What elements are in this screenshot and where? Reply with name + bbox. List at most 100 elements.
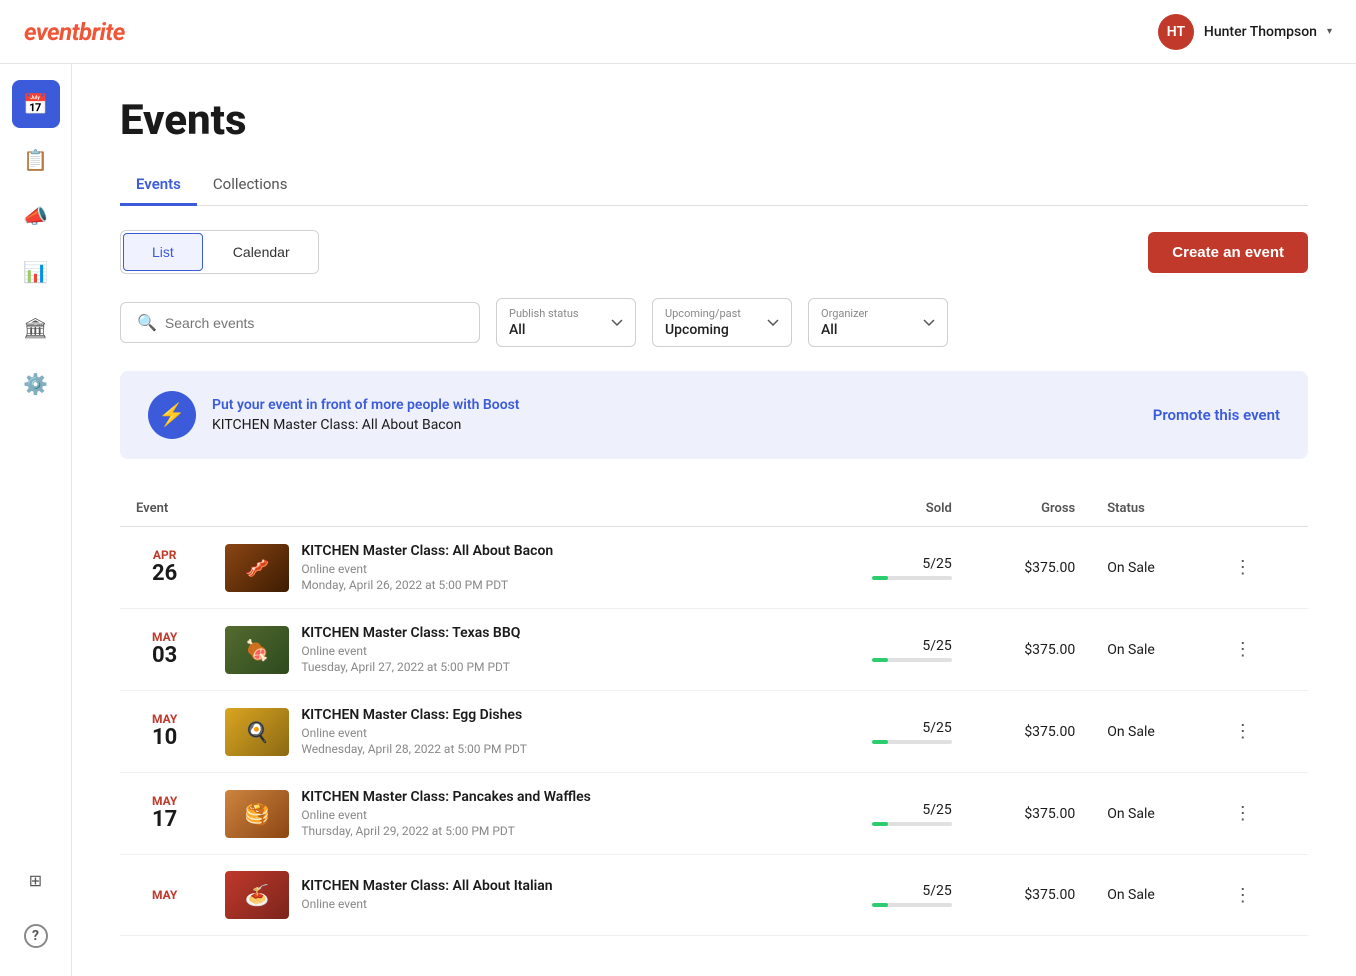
sidebar-item-marketing[interactable]: 📣 (12, 192, 60, 240)
thumb-icon: 🥓 (225, 544, 289, 592)
view-toggle: List Calendar (120, 230, 319, 274)
gross-cell: $375.00 (968, 609, 1091, 691)
tabs: Events Collections (120, 165, 1308, 206)
event-date: MAY (120, 855, 209, 936)
boost-event-name: KITCHEN Master Class: All About Bacon (212, 417, 520, 433)
event-date: MAY 17 (120, 773, 209, 855)
actions-cell: ⋮ (1210, 773, 1308, 855)
sold-cell: 5/25 (801, 609, 968, 691)
organizer-filter[interactable]: Organizer All All (808, 298, 948, 347)
status-header: Status (1091, 491, 1209, 527)
sold-bar-fill (872, 740, 888, 744)
event-type: Online event (301, 726, 785, 740)
thumb-icon: 🥞 (225, 790, 289, 838)
actions-cell: ⋮ (1210, 609, 1308, 691)
more-options-button[interactable]: ⋮ (1226, 635, 1260, 664)
tab-events[interactable]: Events (120, 165, 197, 206)
user-profile[interactable]: HT Hunter Thompson ▾ (1158, 14, 1332, 50)
sidebar-item-settings[interactable]: ⚙️ (12, 360, 60, 408)
sold-bar (872, 576, 952, 580)
sidebar-item-apps[interactable]: ⊞ (12, 856, 60, 904)
sidebar-item-help[interactable]: ? (12, 912, 60, 960)
event-thumbnail: 🍳 (225, 708, 289, 756)
apps-icon: ⊞ (29, 871, 42, 890)
event-thumbnail: 🥓 (225, 544, 289, 592)
event-name: KITCHEN Master Class: Texas BBQ (301, 625, 785, 641)
event-info-cell: 🍖 KITCHEN Master Class: Texas BBQ Online… (209, 609, 801, 691)
tab-collections[interactable]: Collections (197, 165, 304, 206)
megaphone-icon: 📣 (23, 204, 48, 228)
upcoming-past-filter[interactable]: Upcoming/past Upcoming Upcoming Past (652, 298, 792, 347)
sidebar-bottom: ⊞ ? (12, 856, 60, 960)
sidebar-item-calendar[interactable]: 📅 (12, 80, 60, 128)
sold-cell: 5/25 (801, 691, 968, 773)
list-view-button[interactable]: List (123, 233, 203, 271)
boost-left: ⚡ Put your event in front of more people… (148, 391, 520, 439)
event-info-cell: 🥞 KITCHEN Master Class: Pancakes and Waf… (209, 773, 801, 855)
header: eventbrite HT Hunter Thompson ▾ (0, 0, 1356, 64)
promote-event-link[interactable]: Promote this event (1153, 406, 1280, 424)
actions-cell: ⋮ (1210, 691, 1308, 773)
logo[interactable]: eventbrite (24, 18, 125, 46)
sold-count: 5/25 (817, 883, 952, 899)
sold-cell: 5/25 (801, 855, 968, 936)
sidebar-item-finance[interactable]: 🏛 (12, 304, 60, 352)
table-row: APR 26 🥓 KITCHEN Master Class: All About… (120, 527, 1308, 609)
event-datetime: Wednesday, April 28, 2022 at 5:00 PM PDT (301, 742, 785, 756)
calendar-view-button[interactable]: Calendar (205, 231, 318, 273)
events-list: APR 26 🥓 KITCHEN Master Class: All About… (120, 527, 1308, 936)
sold-header: Sold (801, 491, 968, 527)
boost-text: Put your event in front of more people w… (212, 397, 520, 433)
event-date: MAY 10 (120, 691, 209, 773)
table-header: Event Sold Gross Status (120, 491, 1308, 527)
event-info-cell: 🥓 KITCHEN Master Class: All About Bacon … (209, 527, 801, 609)
event-thumbnail: 🍖 (225, 626, 289, 674)
gross-cell: $375.00 (968, 773, 1091, 855)
avatar: HT (1158, 14, 1194, 50)
table-row: MAY 17 🥞 KITCHEN Master Class: Pancakes … (120, 773, 1308, 855)
event-name: KITCHEN Master Class: All About Bacon (301, 543, 785, 559)
search-icon: 🔍 (137, 313, 157, 332)
gross-cell: $375.00 (968, 527, 1091, 609)
sold-bar (872, 822, 952, 826)
publish-status-filter[interactable]: Publish status All All Published Draft (496, 298, 636, 347)
event-type: Online event (301, 562, 785, 576)
more-options-button[interactable]: ⋮ (1226, 881, 1260, 910)
event-type: Online event (301, 897, 785, 911)
search-box[interactable]: 🔍 (120, 302, 480, 343)
finance-icon: 🏛 (23, 316, 48, 340)
event-date: APR 26 (120, 527, 209, 609)
event-type: Online event (301, 644, 785, 658)
event-info-cell: 🍳 KITCHEN Master Class: Egg Dishes Onlin… (209, 691, 801, 773)
event-header: Event (120, 491, 801, 527)
search-input[interactable] (165, 315, 463, 331)
sidebar: 📅 📋 📣 📊 🏛 ⚙️ ⊞ ? (0, 64, 72, 976)
event-datetime: Tuesday, April 27, 2022 at 5:00 PM PDT (301, 660, 785, 674)
sidebar-item-orders[interactable]: 📋 (12, 136, 60, 184)
more-options-button[interactable]: ⋮ (1226, 553, 1260, 582)
actions-header (1210, 491, 1308, 527)
toolbar-row: List Calendar Create an event (120, 230, 1308, 274)
event-name: KITCHEN Master Class: Egg Dishes (301, 707, 785, 723)
status-cell: On Sale (1091, 691, 1209, 773)
boost-title: Put your event in front of more people w… (212, 397, 520, 413)
create-event-button[interactable]: Create an event (1148, 232, 1308, 273)
more-options-button[interactable]: ⋮ (1226, 799, 1260, 828)
event-datetime: Monday, April 26, 2022 at 5:00 PM PDT (301, 578, 785, 592)
table-row: MAY 🍝 KITCHEN Master Class: All About It… (120, 855, 1308, 936)
sidebar-item-analytics[interactable]: 📊 (12, 248, 60, 296)
status-cell: On Sale (1091, 527, 1209, 609)
sold-count: 5/25 (817, 802, 952, 818)
sold-bar-fill (872, 576, 888, 580)
user-name: Hunter Thompson (1204, 24, 1317, 40)
table-row: MAY 10 🍳 KITCHEN Master Class: Egg Dishe… (120, 691, 1308, 773)
events-table: Event Sold Gross Status APR 26 🥓 KITCHEN (120, 491, 1308, 936)
more-options-button[interactable]: ⋮ (1226, 717, 1260, 746)
filters-row: 🔍 Publish status All All Published Draft… (120, 298, 1308, 347)
event-name: KITCHEN Master Class: All About Italian (301, 878, 785, 894)
sold-count: 5/25 (817, 556, 952, 572)
sold-bar-fill (872, 822, 888, 826)
event-date: MAY 03 (120, 609, 209, 691)
lightning-icon: ⚡ (158, 403, 185, 428)
event-name: KITCHEN Master Class: Pancakes and Waffl… (301, 789, 785, 805)
